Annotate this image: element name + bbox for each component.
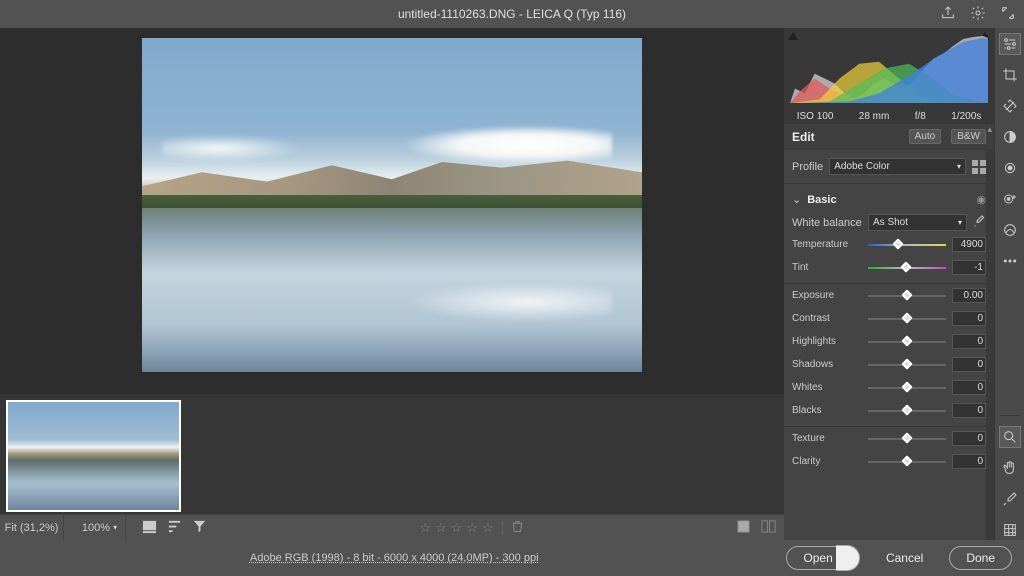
histogram[interactable]: ISO 100 28 mm f/8 1/200s	[784, 28, 994, 124]
single-view-icon[interactable]	[736, 519, 751, 537]
shadows-value[interactable]	[952, 357, 986, 372]
highlights-value[interactable]	[952, 334, 986, 349]
export-icon[interactable]	[940, 5, 956, 24]
temperature-value[interactable]	[952, 237, 986, 252]
exif-iso: ISO 100	[797, 111, 834, 122]
grid-tool-icon[interactable]	[1000, 520, 1020, 540]
blacks-label: Blacks	[792, 405, 862, 416]
clarity-label: Clarity	[792, 456, 862, 467]
mask-tool-icon[interactable]	[1000, 127, 1020, 147]
clarity-value[interactable]	[952, 454, 986, 469]
filmstrip-thumbnail[interactable]	[6, 400, 181, 512]
zoom-dropdown[interactable]: 100% ▾	[74, 515, 126, 540]
white-balance-select[interactable]: As Shot▾	[868, 214, 967, 231]
sort-icon[interactable]	[167, 519, 182, 537]
whites-label: Whites	[792, 382, 862, 393]
profile-label: Profile	[792, 161, 823, 173]
filter-icon[interactable]	[192, 519, 207, 537]
blacks-slider[interactable]	[868, 405, 946, 417]
document-title: untitled-1110263.DNG - LEICA Q (Typ 116)	[398, 7, 626, 21]
cancel-button[interactable]: Cancel	[870, 547, 939, 569]
clarity-slider[interactable]	[868, 456, 946, 468]
exif-focal: 28 mm	[859, 111, 890, 122]
exif-shutter: 1/200s	[951, 111, 981, 122]
highlights-label: Highlights	[792, 336, 862, 347]
exposure-slider[interactable]	[868, 290, 946, 302]
hand-tool-icon[interactable]	[1000, 458, 1020, 478]
redeye-plus-icon[interactable]	[1000, 189, 1020, 209]
basic-section-title: Basic	[807, 194, 836, 206]
image-canvas[interactable]	[0, 28, 784, 394]
gradient-tool-icon[interactable]	[1000, 220, 1020, 240]
temperature-label: Temperature	[792, 239, 862, 250]
sampler-tool-icon[interactable]	[1000, 489, 1020, 509]
bw-button[interactable]: B&W	[951, 129, 986, 144]
preview-image	[142, 38, 642, 372]
done-button[interactable]: Done	[949, 546, 1012, 570]
star-icon[interactable]: ☆	[419, 520, 431, 536]
star-icon[interactable]: ☆	[451, 520, 463, 536]
shadows-slider[interactable]	[868, 359, 946, 371]
edit-tool-icon[interactable]	[1000, 34, 1020, 54]
zoom-fit-button[interactable]: Fit (31,2%)	[0, 515, 64, 540]
exposure-label: Exposure	[792, 290, 862, 301]
title-bar: untitled-1110263.DNG - LEICA Q (Typ 116)	[0, 0, 1024, 28]
temperature-slider[interactable]	[868, 239, 946, 251]
more-icon[interactable]	[1000, 251, 1020, 271]
tint-value[interactable]	[952, 260, 986, 275]
chevron-down-icon[interactable]: ⌄	[792, 193, 801, 206]
fullscreen-toggle-icon[interactable]	[1000, 5, 1016, 24]
shadows-label: Shadows	[792, 359, 862, 370]
settings-icon[interactable]	[970, 5, 986, 24]
zoom-tool-icon[interactable]	[1000, 427, 1020, 447]
exif-aperture: f/8	[915, 111, 926, 122]
edit-panel-title: Edit	[792, 130, 815, 144]
blacks-value[interactable]	[952, 403, 986, 418]
status-bar: Fit (31,2%) 100% ▾ ☆ ☆ ☆ ☆ ☆	[0, 514, 784, 540]
eyedropper-icon[interactable]	[973, 215, 986, 231]
grid-view-icon[interactable]	[142, 519, 157, 537]
file-info[interactable]: Adobe RGB (1998) - 8 bit - 6000 x 4000 (…	[12, 552, 776, 564]
whites-slider[interactable]	[868, 382, 946, 394]
profile-browser-icon[interactable]	[972, 160, 986, 174]
panel-scrollbar[interactable]	[987, 189, 993, 249]
tool-strip	[994, 28, 1024, 540]
contrast-label: Contrast	[792, 313, 862, 324]
profile-select[interactable]: Adobe Color▾	[829, 158, 966, 175]
healing-tool-icon[interactable]	[1000, 96, 1020, 116]
redeye-tool-icon[interactable]	[1000, 158, 1020, 178]
star-icon[interactable]: ☆	[482, 520, 494, 536]
edit-panel: ISO 100 28 mm f/8 1/200s Edit Auto B&W ▴…	[784, 28, 994, 540]
contrast-slider[interactable]	[868, 313, 946, 325]
whites-value[interactable]	[952, 380, 986, 395]
open-dropdown-button[interactable]: ⌄	[836, 545, 860, 571]
crop-tool-icon[interactable]	[1000, 65, 1020, 85]
contrast-value[interactable]	[952, 311, 986, 326]
auto-button[interactable]: Auto	[909, 129, 942, 144]
star-icon[interactable]: ☆	[466, 520, 478, 536]
texture-slider[interactable]	[868, 433, 946, 445]
tint-slider[interactable]	[868, 262, 946, 274]
compare-view-icon[interactable]	[761, 519, 776, 537]
panel-scroll-up-icon[interactable]: ▴	[987, 124, 992, 135]
texture-label: Texture	[792, 433, 862, 444]
highlights-slider[interactable]	[868, 336, 946, 348]
trash-icon[interactable]	[511, 520, 524, 536]
exposure-value[interactable]	[952, 288, 986, 303]
texture-value[interactable]	[952, 431, 986, 446]
tint-label: Tint	[792, 262, 862, 273]
footer-bar: Adobe RGB (1998) - 8 bit - 6000 x 4000 (…	[0, 540, 1024, 576]
visibility-icon[interactable]: ◉	[976, 193, 986, 206]
filmstrip	[0, 394, 784, 514]
rating-stars[interactable]: ☆ ☆ ☆ ☆ ☆	[419, 520, 523, 536]
star-icon[interactable]: ☆	[435, 520, 447, 536]
white-balance-label: White balance	[792, 217, 862, 229]
